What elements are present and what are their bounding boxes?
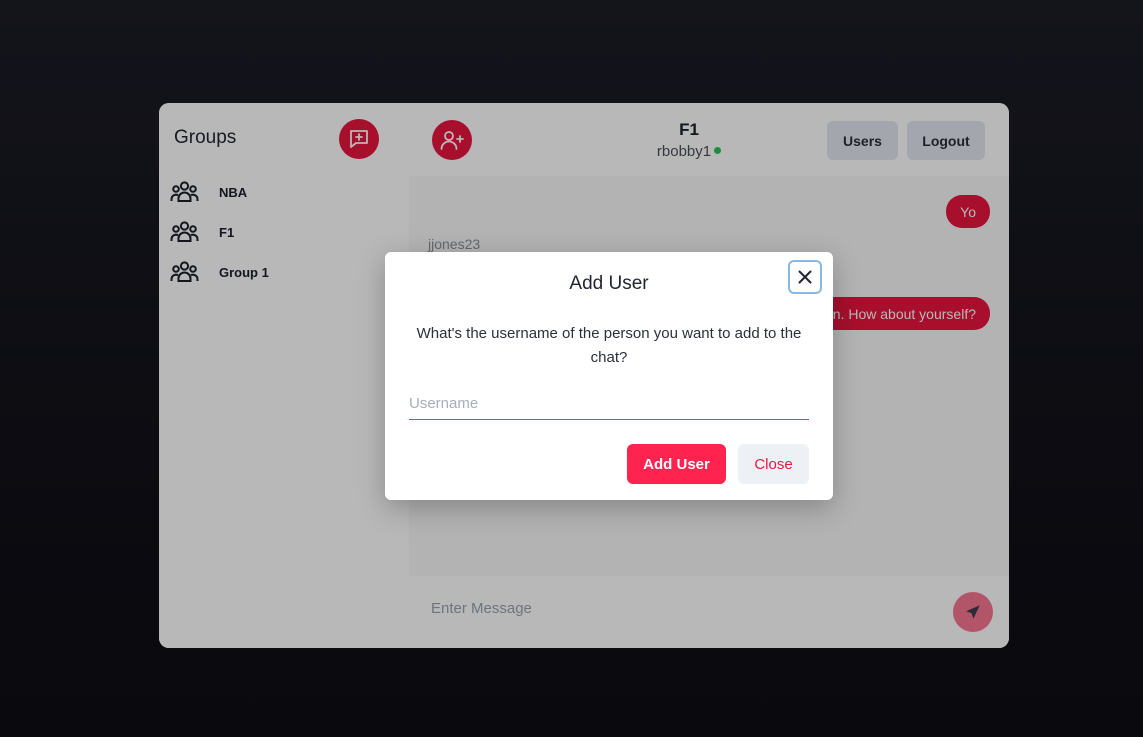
close-icon	[798, 270, 812, 284]
username-input[interactable]	[409, 388, 809, 420]
add-user-submit-button[interactable]: Add User	[627, 444, 726, 484]
add-user-modal: Add User What's the username of the pers…	[385, 252, 833, 500]
close-button[interactable]: Close	[738, 444, 809, 484]
modal-title: Add User	[569, 273, 649, 294]
modal-description: What's the username of the person you wa…	[416, 325, 802, 366]
modal-close-button[interactable]	[788, 260, 822, 294]
